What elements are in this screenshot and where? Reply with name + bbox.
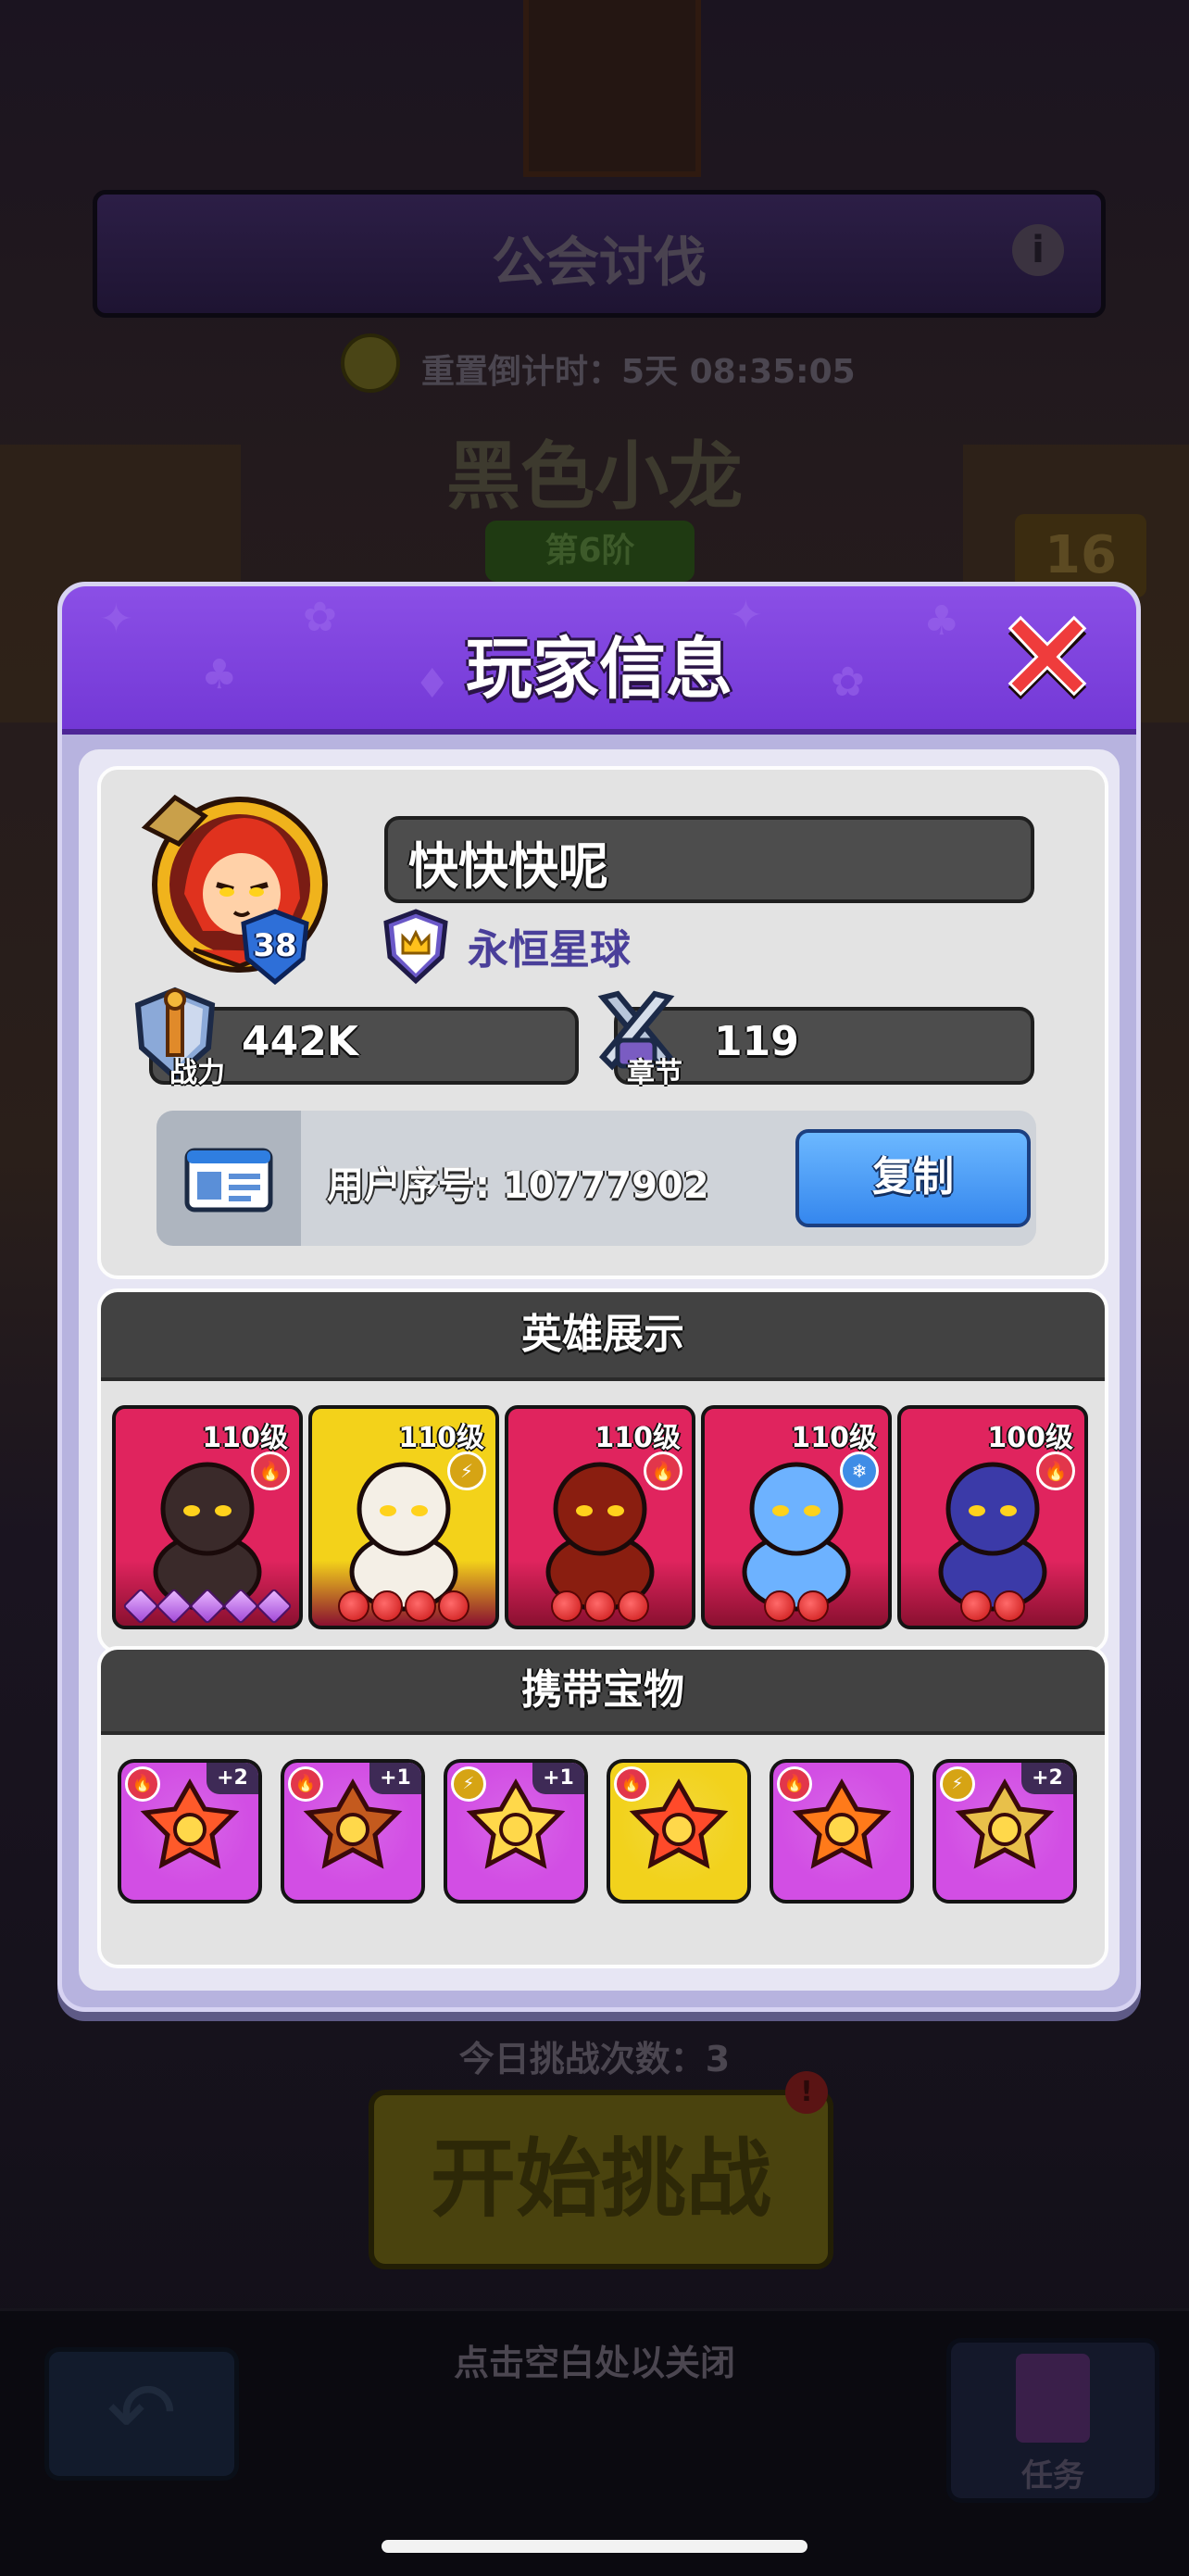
lightning-element-icon: ⚡	[451, 1766, 486, 1802]
bg-reset-timer: 重置倒计时：5天 08:35:05	[421, 353, 856, 391]
modal-header: ✦ ♣ ✿ ♦ ✦ ✿ ♣ 玩家信息	[62, 586, 1136, 735]
rank-pip-icon	[405, 1590, 436, 1622]
alert-badge: !	[785, 2071, 828, 2114]
treasure-card[interactable]: 🔥	[770, 1759, 914, 1904]
treasure-card[interactable]: ⚡ +1	[444, 1759, 588, 1904]
profile-card: 38 快快快呢 永恒星球 442K 战力 119 章节 用户序号: 107779…	[97, 766, 1108, 1279]
stopwatch-icon	[341, 333, 400, 393]
tasks-button[interactable]: 任务	[946, 2338, 1159, 2503]
treasure-card[interactable]: ⚡ +2	[932, 1759, 1077, 1904]
treasure-card[interactable]: 🔥	[607, 1759, 751, 1904]
hero-level: 100级	[987, 1422, 1073, 1454]
rank-pip-icon	[797, 1590, 829, 1622]
power-label: 战力	[169, 1057, 225, 1089]
rank-pip-icon	[438, 1590, 469, 1622]
hero-star-rank	[116, 1588, 299, 1625]
hero-card[interactable]: 110级 🔥	[112, 1405, 303, 1629]
tasks-label: 任务	[1021, 2457, 1084, 2494]
modal-body: 38 快快快呢 永恒星球 442K 战力 119 章节 用户序号: 107779…	[79, 749, 1120, 1991]
player-level: 38	[253, 927, 297, 964]
rank-pip-icon	[156, 1588, 193, 1625]
rank-pip-icon	[122, 1588, 159, 1625]
ice-element-icon: ❄	[840, 1451, 879, 1490]
rank-pip-icon	[222, 1588, 259, 1625]
back-button[interactable]: ↶	[44, 2347, 239, 2481]
rank-pip-icon	[960, 1590, 992, 1622]
treasure-upgrade-badge: +2	[207, 1763, 258, 1794]
info-icon[interactable]: i	[1012, 224, 1064, 276]
treasure-upgrade-badge: +1	[369, 1763, 421, 1794]
power-value: 442K	[242, 1018, 358, 1065]
hero-card[interactable]: 110级 ❄	[701, 1405, 892, 1629]
fire-element-icon: 🔥	[1036, 1451, 1075, 1490]
treasure-upgrade-badge: +1	[532, 1763, 584, 1794]
player-name-box: 快快快呢	[384, 816, 1034, 903]
bg-banner: 公会讨伐 i	[93, 190, 1106, 318]
copy-button[interactable]: 复制	[795, 1129, 1031, 1227]
clipboard-icon	[1016, 2354, 1090, 2443]
lightning-element-icon: ⚡	[447, 1451, 486, 1490]
guild-emblem-icon	[383, 909, 448, 985]
player-name: 快快快呢	[408, 837, 608, 896]
guild-name[interactable]: 永恒星球	[468, 916, 631, 975]
rank-pip-icon	[189, 1588, 226, 1625]
bg-top-sign	[523, 0, 701, 177]
treasure-card[interactable]: 🔥 +1	[281, 1759, 425, 1904]
rank-pip-icon	[551, 1590, 582, 1622]
bg-challenges-today: 今日挑战次数：3	[458, 2039, 731, 2080]
treasure-upgrade-badge: +2	[1021, 1763, 1073, 1794]
hero-level: 110级	[202, 1422, 288, 1454]
hero-level: 110级	[594, 1422, 681, 1454]
hero-card[interactable]: 110级 ⚡	[308, 1405, 499, 1629]
rank-pip-icon	[338, 1590, 369, 1622]
close-icon[interactable]	[1003, 614, 1092, 703]
rank-pip-icon	[371, 1590, 403, 1622]
fire-element-icon: 🔥	[288, 1766, 323, 1802]
modal-title: 玩家信息	[465, 630, 732, 708]
start-challenge-button[interactable]: 开始挑战	[369, 2090, 833, 2269]
rank-pip-icon	[256, 1588, 293, 1625]
chapter-value: 119	[714, 1018, 799, 1065]
treasure-card[interactable]: 🔥 +2	[118, 1759, 262, 1904]
back-arrow-icon: ↶	[106, 2365, 177, 2462]
rank-pip-icon	[584, 1590, 616, 1622]
hero-star-rank	[705, 1590, 888, 1622]
fire-element-icon: 🔥	[614, 1766, 649, 1802]
bg-boss-name: 黑色小龙	[446, 434, 743, 520]
treasures-section: 携带宝物 🔥 +2 🔥 +1 ⚡ +1 🔥 🔥 ⚡ +2	[97, 1646, 1108, 1968]
heroes-section-title: 英雄展示	[101, 1292, 1105, 1381]
hero-card[interactable]: 100级 🔥	[897, 1405, 1088, 1629]
hero-star-rank	[901, 1590, 1084, 1622]
home-indicator	[382, 2540, 807, 2553]
id-card-area	[156, 1111, 301, 1246]
fire-element-icon: 🔥	[251, 1451, 290, 1490]
hero-level: 110级	[398, 1422, 484, 1454]
rank-pip-icon	[764, 1590, 795, 1622]
rank-pip-icon	[618, 1590, 649, 1622]
hero-card[interactable]: 110级 🔥	[505, 1405, 695, 1629]
fire-element-icon: 🔥	[777, 1766, 812, 1802]
lightning-element-icon: ⚡	[940, 1766, 975, 1802]
player-info-modal: ✦ ♣ ✿ ♦ ✦ ✿ ♣ 玩家信息 38 快快快呢 永恒星球 442K 战力 …	[57, 582, 1141, 2012]
fire-element-icon: 🔥	[644, 1451, 682, 1490]
heroes-section: 英雄展示 110级 🔥 110级 ⚡ 110级 🔥 110级 ❄ 100级 🔥	[97, 1288, 1108, 1653]
treasures-section-title: 携带宝物	[101, 1650, 1105, 1735]
hero-level: 110级	[791, 1422, 877, 1454]
rank-pip-icon	[994, 1590, 1025, 1622]
id-card-icon	[184, 1148, 273, 1213]
hero-star-rank	[508, 1590, 692, 1622]
chapter-label: 章节	[627, 1057, 682, 1089]
user-id-text: 用户序号: 10777902	[327, 1164, 709, 1207]
user-id-panel: 用户序号: 10777902 复制	[156, 1111, 1036, 1246]
hero-star-rank	[312, 1590, 495, 1622]
bg-banner-title: 公会讨伐	[491, 231, 707, 294]
fire-element-icon: 🔥	[125, 1766, 160, 1802]
bg-tier-badge: 第6阶	[485, 521, 695, 582]
